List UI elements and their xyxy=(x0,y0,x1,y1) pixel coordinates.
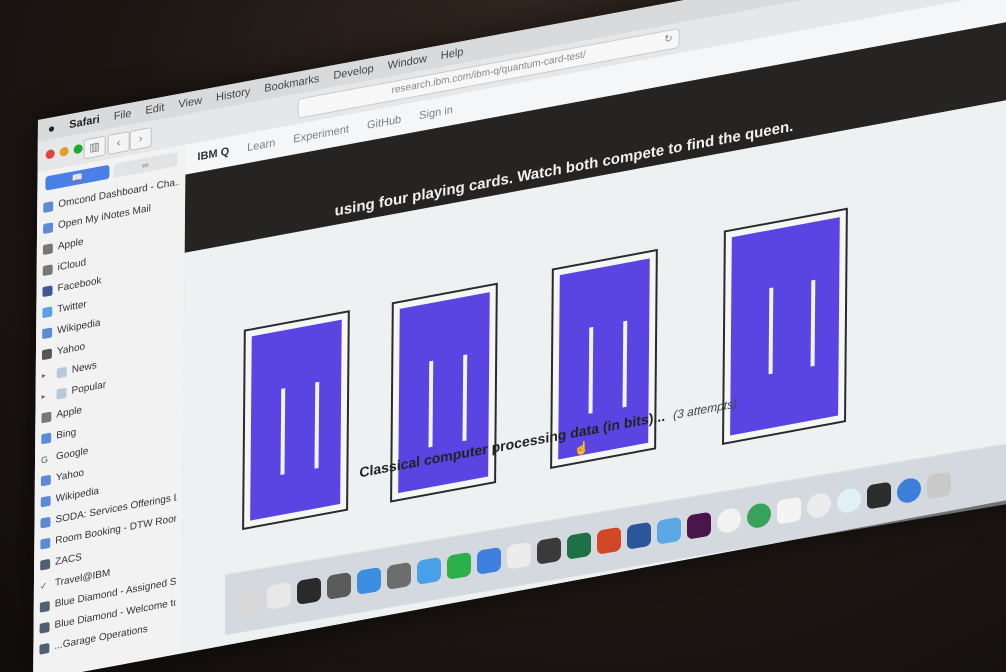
card-stripe xyxy=(588,326,594,414)
hand-cursor-icon: ☝ xyxy=(574,439,590,457)
facebook-icon xyxy=(42,284,53,297)
excel-app-icon[interactable] xyxy=(567,531,591,560)
bookmark-label: Yahoo xyxy=(56,341,86,358)
bookmark-label: Bing xyxy=(56,426,77,442)
menu-file[interactable]: File xyxy=(114,108,132,123)
music-app-icon[interactable] xyxy=(807,491,831,520)
menu-history[interactable]: History xyxy=(216,86,250,104)
word-app-icon[interactable] xyxy=(627,521,651,550)
chevron-right-icon[interactable]: ▸ xyxy=(42,390,52,402)
bookmark-label: Google xyxy=(55,445,89,463)
safari-app-icon[interactable] xyxy=(837,486,861,515)
globe-icon xyxy=(43,221,54,234)
bookmark-label: News xyxy=(71,360,97,376)
sheets-app-icon[interactable] xyxy=(447,551,471,580)
bookmark-list: Omcond Dashboard - Cha... Open My iNotes… xyxy=(33,171,185,661)
system-preferences-app-icon[interactable] xyxy=(387,561,411,590)
playing-card[interactable] xyxy=(722,207,848,446)
downloads-app-icon[interactable] xyxy=(897,476,921,505)
projection-room: ● Safari File Edit View History Bookmark… xyxy=(0,0,1006,672)
book-icon xyxy=(40,558,51,571)
bookmark-label: Apple xyxy=(57,236,84,253)
globe-icon xyxy=(40,537,51,550)
wallet-app-icon[interactable] xyxy=(867,481,891,510)
book-icon xyxy=(39,642,50,655)
reload-icon[interactable]: ↻ xyxy=(664,30,673,50)
menu-window[interactable]: Window xyxy=(388,53,427,72)
bookmarks-sidebar: 📖 ∞ Omcond Dashboard - Cha... Open My iN… xyxy=(33,144,187,672)
window-controls xyxy=(45,143,83,160)
webex-app-icon[interactable] xyxy=(747,501,771,530)
google-icon: G xyxy=(40,453,49,465)
finder-app-icon[interactable] xyxy=(357,566,381,595)
activity-monitor-app-icon[interactable] xyxy=(327,571,351,600)
card-stripe xyxy=(622,320,628,408)
card-back xyxy=(730,217,840,436)
trash-icon[interactable] xyxy=(927,471,951,500)
bookmark-label: Yahoo xyxy=(55,467,85,484)
card-stripe xyxy=(768,287,774,375)
textedit-app-icon[interactable] xyxy=(507,541,531,570)
menu-develop[interactable]: Develop xyxy=(333,63,373,83)
card-stripe xyxy=(428,360,434,448)
bookmark-label: Popular xyxy=(71,379,107,397)
preview-app-icon[interactable] xyxy=(657,516,681,545)
bookmark-label: Twitter xyxy=(57,298,87,316)
bookmark-label: ZACS xyxy=(55,551,82,568)
book-icon xyxy=(39,600,50,613)
menu-help[interactable]: Help xyxy=(441,46,464,62)
notes-app-icon[interactable] xyxy=(237,586,261,615)
clock-app-icon[interactable] xyxy=(717,506,741,535)
sidebar-toggle-button[interactable]: ▥ xyxy=(83,135,106,160)
book-icon xyxy=(39,621,50,634)
yahoo-icon xyxy=(41,347,52,360)
chevron-right-icon[interactable]: ▸ xyxy=(42,369,52,381)
slack-app-icon[interactable] xyxy=(687,511,711,540)
card-stripe xyxy=(314,381,320,469)
bookmark-label: iCloud xyxy=(57,257,87,274)
powerpoint-app-icon[interactable] xyxy=(597,526,621,555)
forward-button[interactable]: › xyxy=(129,126,152,152)
messages-app-icon[interactable] xyxy=(417,556,441,585)
apple-menu-icon[interactable]: ● xyxy=(48,121,55,136)
terminal-app-icon[interactable] xyxy=(297,576,321,605)
card-back xyxy=(250,319,342,521)
folder-icon xyxy=(56,387,67,400)
playing-card[interactable] xyxy=(242,310,350,531)
card-stripe xyxy=(280,388,286,475)
globe-icon xyxy=(42,326,53,339)
back-button[interactable]: ‹ xyxy=(107,130,130,156)
globe-icon xyxy=(41,432,52,444)
twitter-icon xyxy=(42,305,53,318)
globe-icon xyxy=(40,516,51,529)
menu-edit[interactable]: Edit xyxy=(145,102,164,118)
globe-icon xyxy=(40,495,51,508)
launchpad-app-icon[interactable] xyxy=(267,581,291,610)
menu-view[interactable]: View xyxy=(178,95,202,111)
close-window-button[interactable] xyxy=(45,148,55,160)
apple-icon xyxy=(41,411,52,423)
card-stripe xyxy=(810,279,816,367)
check-icon: ✓ xyxy=(39,579,48,592)
bookmark-label: Apple xyxy=(56,404,83,421)
folder-icon xyxy=(56,366,67,379)
globe-icon xyxy=(40,474,51,486)
apple-icon xyxy=(42,263,53,276)
github-app-icon[interactable] xyxy=(537,536,561,565)
pages-app-icon[interactable] xyxy=(777,496,801,525)
menu-app-name[interactable]: Safari xyxy=(69,114,100,132)
zoom-window-button[interactable] xyxy=(73,143,83,155)
card-stripe xyxy=(462,354,468,442)
globe-icon xyxy=(43,200,54,213)
minimize-window-button[interactable] xyxy=(59,146,69,157)
apple-icon xyxy=(42,242,53,255)
app-store-icon[interactable] xyxy=(477,546,501,575)
